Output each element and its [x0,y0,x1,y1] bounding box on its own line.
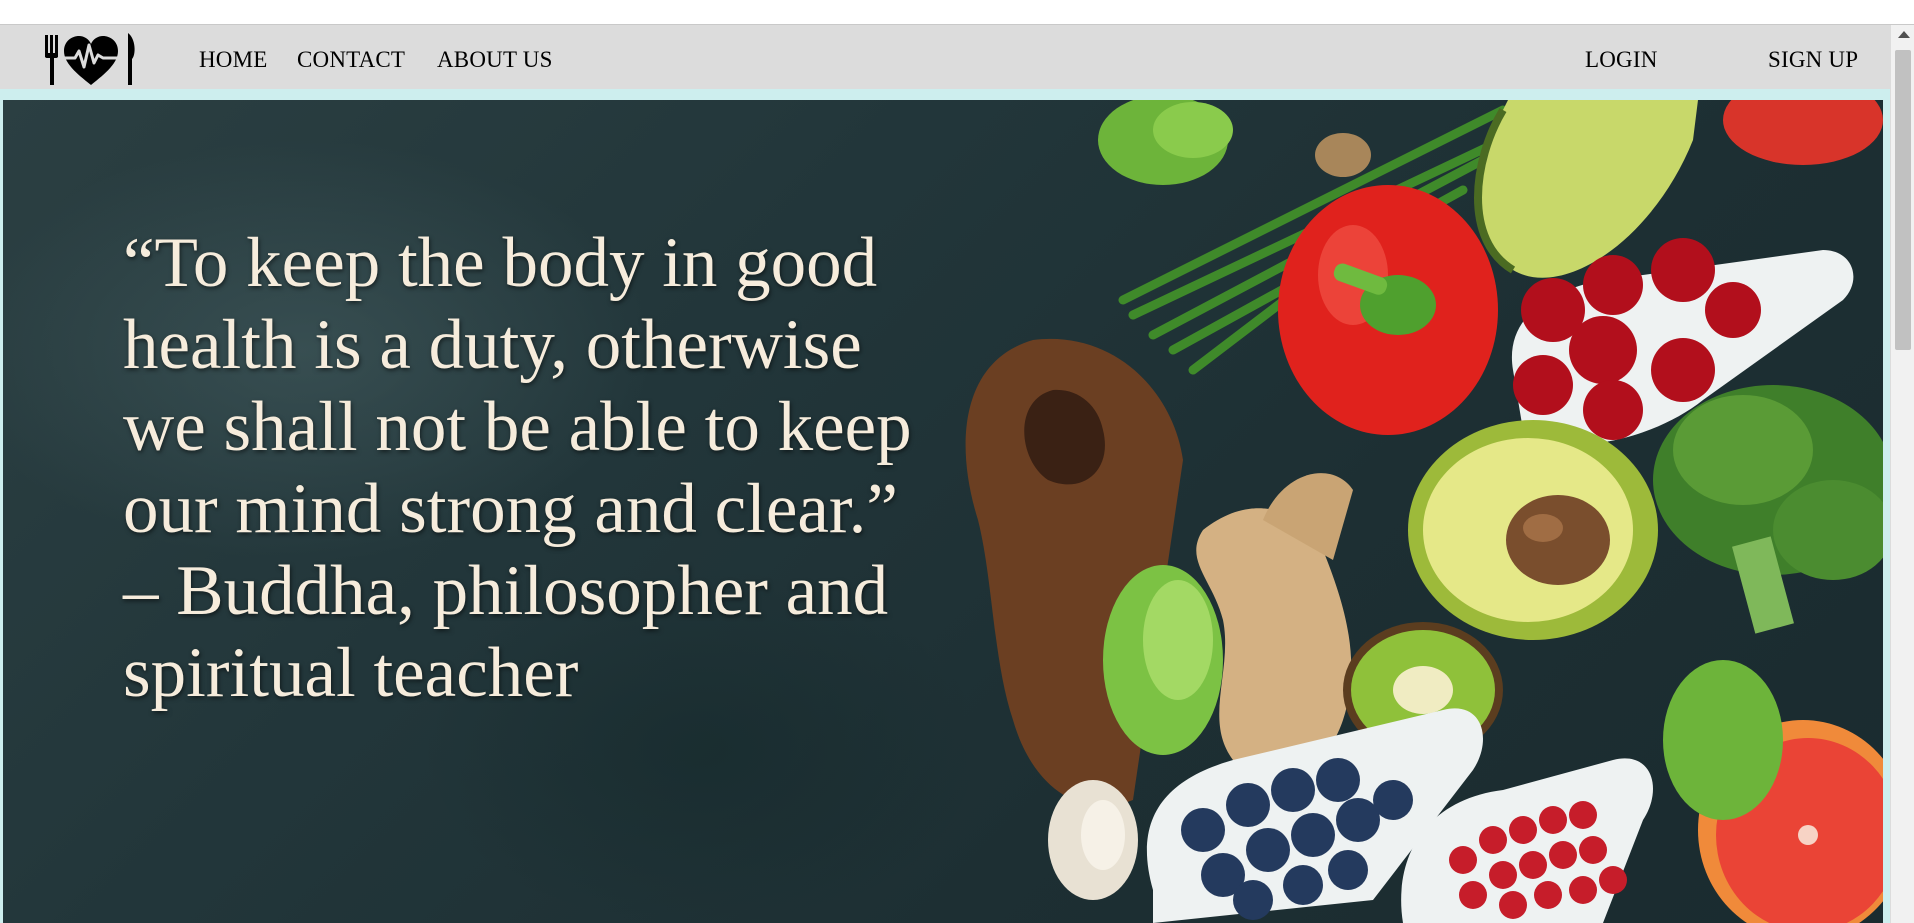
scrollbar-thumb[interactable] [1895,50,1911,350]
fork-heart-knife-icon[interactable] [44,31,138,87]
hero-quote: “To keep the body in good health is a du… [123,224,912,712]
top-navbar: HOME CONTACT ABOUT US LOGIN SIGN UP [0,25,1890,89]
scroll-up-arrow-icon[interactable] [1898,31,1910,38]
vertical-scrollbar[interactable] [1890,25,1914,923]
hero-banner: “To keep the body in good health is a du… [3,100,1883,923]
nav-about-link[interactable]: ABOUT US [437,47,553,73]
nav-contact-link[interactable]: CONTACT [297,47,405,73]
nav-signup-link[interactable]: SIGN UP [1768,47,1858,73]
nav-home-link[interactable]: HOME [199,47,268,73]
nav-login-link[interactable]: LOGIN [1585,47,1658,73]
browser-top-strip [0,0,1914,25]
